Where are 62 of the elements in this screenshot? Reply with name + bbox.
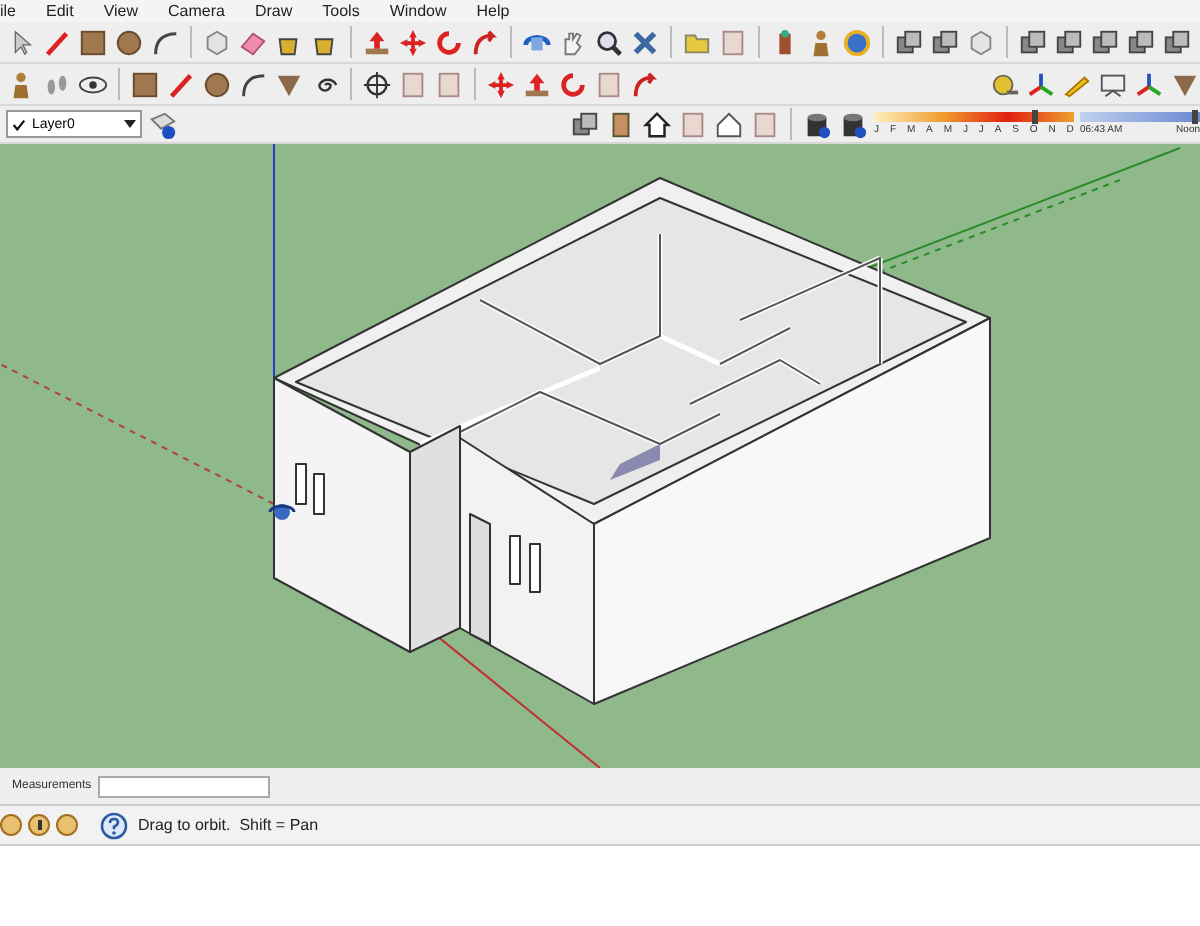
rotate-icon[interactable] [558, 69, 588, 99]
circle-icon[interactable] [202, 69, 232, 99]
boxes-icon[interactable] [894, 27, 924, 57]
boxes-icon[interactable] [1054, 27, 1084, 57]
boxes-icon[interactable] [1162, 27, 1192, 57]
orbit-cursor-icon [268, 504, 296, 520]
dropdown-arrow-icon [124, 120, 136, 128]
menu-item[interactable]: Edit [46, 1, 74, 21]
axes-icon[interactable] [1134, 69, 1164, 99]
cube-icon[interactable] [202, 27, 232, 57]
viewport[interactable] [0, 144, 1200, 768]
arc-icon[interactable] [150, 27, 180, 57]
person-circle-icon[interactable] [28, 814, 50, 836]
house-icon[interactable] [642, 109, 672, 139]
boxes-icon[interactable] [1018, 27, 1048, 57]
menu-item[interactable]: Tools [322, 1, 360, 21]
tape-icon[interactable] [990, 69, 1020, 99]
measurements-field[interactable] [97, 775, 270, 797]
menu-item[interactable]: View [103, 1, 139, 21]
search-icon[interactable] [594, 27, 624, 57]
menu-item[interactable]: Window [389, 1, 447, 21]
axes-icon[interactable] [1026, 69, 1056, 99]
boxes-icon[interactable] [570, 109, 600, 139]
time-slider[interactable] [1080, 112, 1200, 122]
globe-icon[interactable] [842, 27, 872, 57]
pencil-icon[interactable] [42, 27, 72, 57]
arrow-up-icon[interactable] [522, 69, 552, 99]
slider-thumb[interactable] [1032, 110, 1038, 124]
cross-arrows-icon[interactable] [486, 69, 516, 99]
board-icon[interactable] [1098, 69, 1128, 99]
arc-icon[interactable] [238, 69, 268, 99]
circle-icon[interactable] [0, 814, 22, 836]
cross-arrows-icon[interactable] [398, 27, 428, 57]
boxes-icon[interactable] [1126, 27, 1156, 57]
page-icon[interactable] [718, 27, 748, 57]
curved-arrow-icon[interactable] [630, 69, 660, 99]
cylinder-icon[interactable] [838, 109, 868, 139]
square-icon[interactable] [130, 69, 160, 99]
curved-arrow-icon[interactable] [470, 27, 500, 57]
boxes-icon[interactable] [1090, 27, 1120, 57]
layers-icon[interactable] [148, 109, 178, 139]
cylinder-icon[interactable] [802, 109, 832, 139]
cross-icon[interactable] [630, 27, 660, 57]
circle-icon[interactable] [114, 27, 144, 57]
menu-item[interactable]: Draw [254, 1, 293, 21]
help-icon[interactable] [100, 811, 128, 839]
rotate-icon[interactable] [434, 27, 464, 57]
month-slider[interactable] [874, 112, 1074, 122]
page-icon[interactable] [594, 69, 624, 99]
menu-item[interactable]: ile [0, 1, 17, 21]
slider-thumb[interactable] [1192, 110, 1198, 124]
status-text: Drag to orbit. Shift = Pan [138, 816, 319, 834]
menu-item[interactable]: Help [476, 1, 510, 21]
eraser-icon[interactable] [238, 27, 268, 57]
boxes-icon[interactable] [930, 27, 960, 57]
circle-icon[interactable] [56, 814, 78, 836]
pencil-icon[interactable] [166, 69, 196, 99]
menu-item[interactable]: Camera [168, 1, 225, 21]
crosshair-icon[interactable] [362, 69, 392, 99]
arrow-up-icon[interactable] [362, 27, 392, 57]
square-icon[interactable] [78, 27, 108, 57]
page-icon[interactable] [434, 69, 464, 99]
